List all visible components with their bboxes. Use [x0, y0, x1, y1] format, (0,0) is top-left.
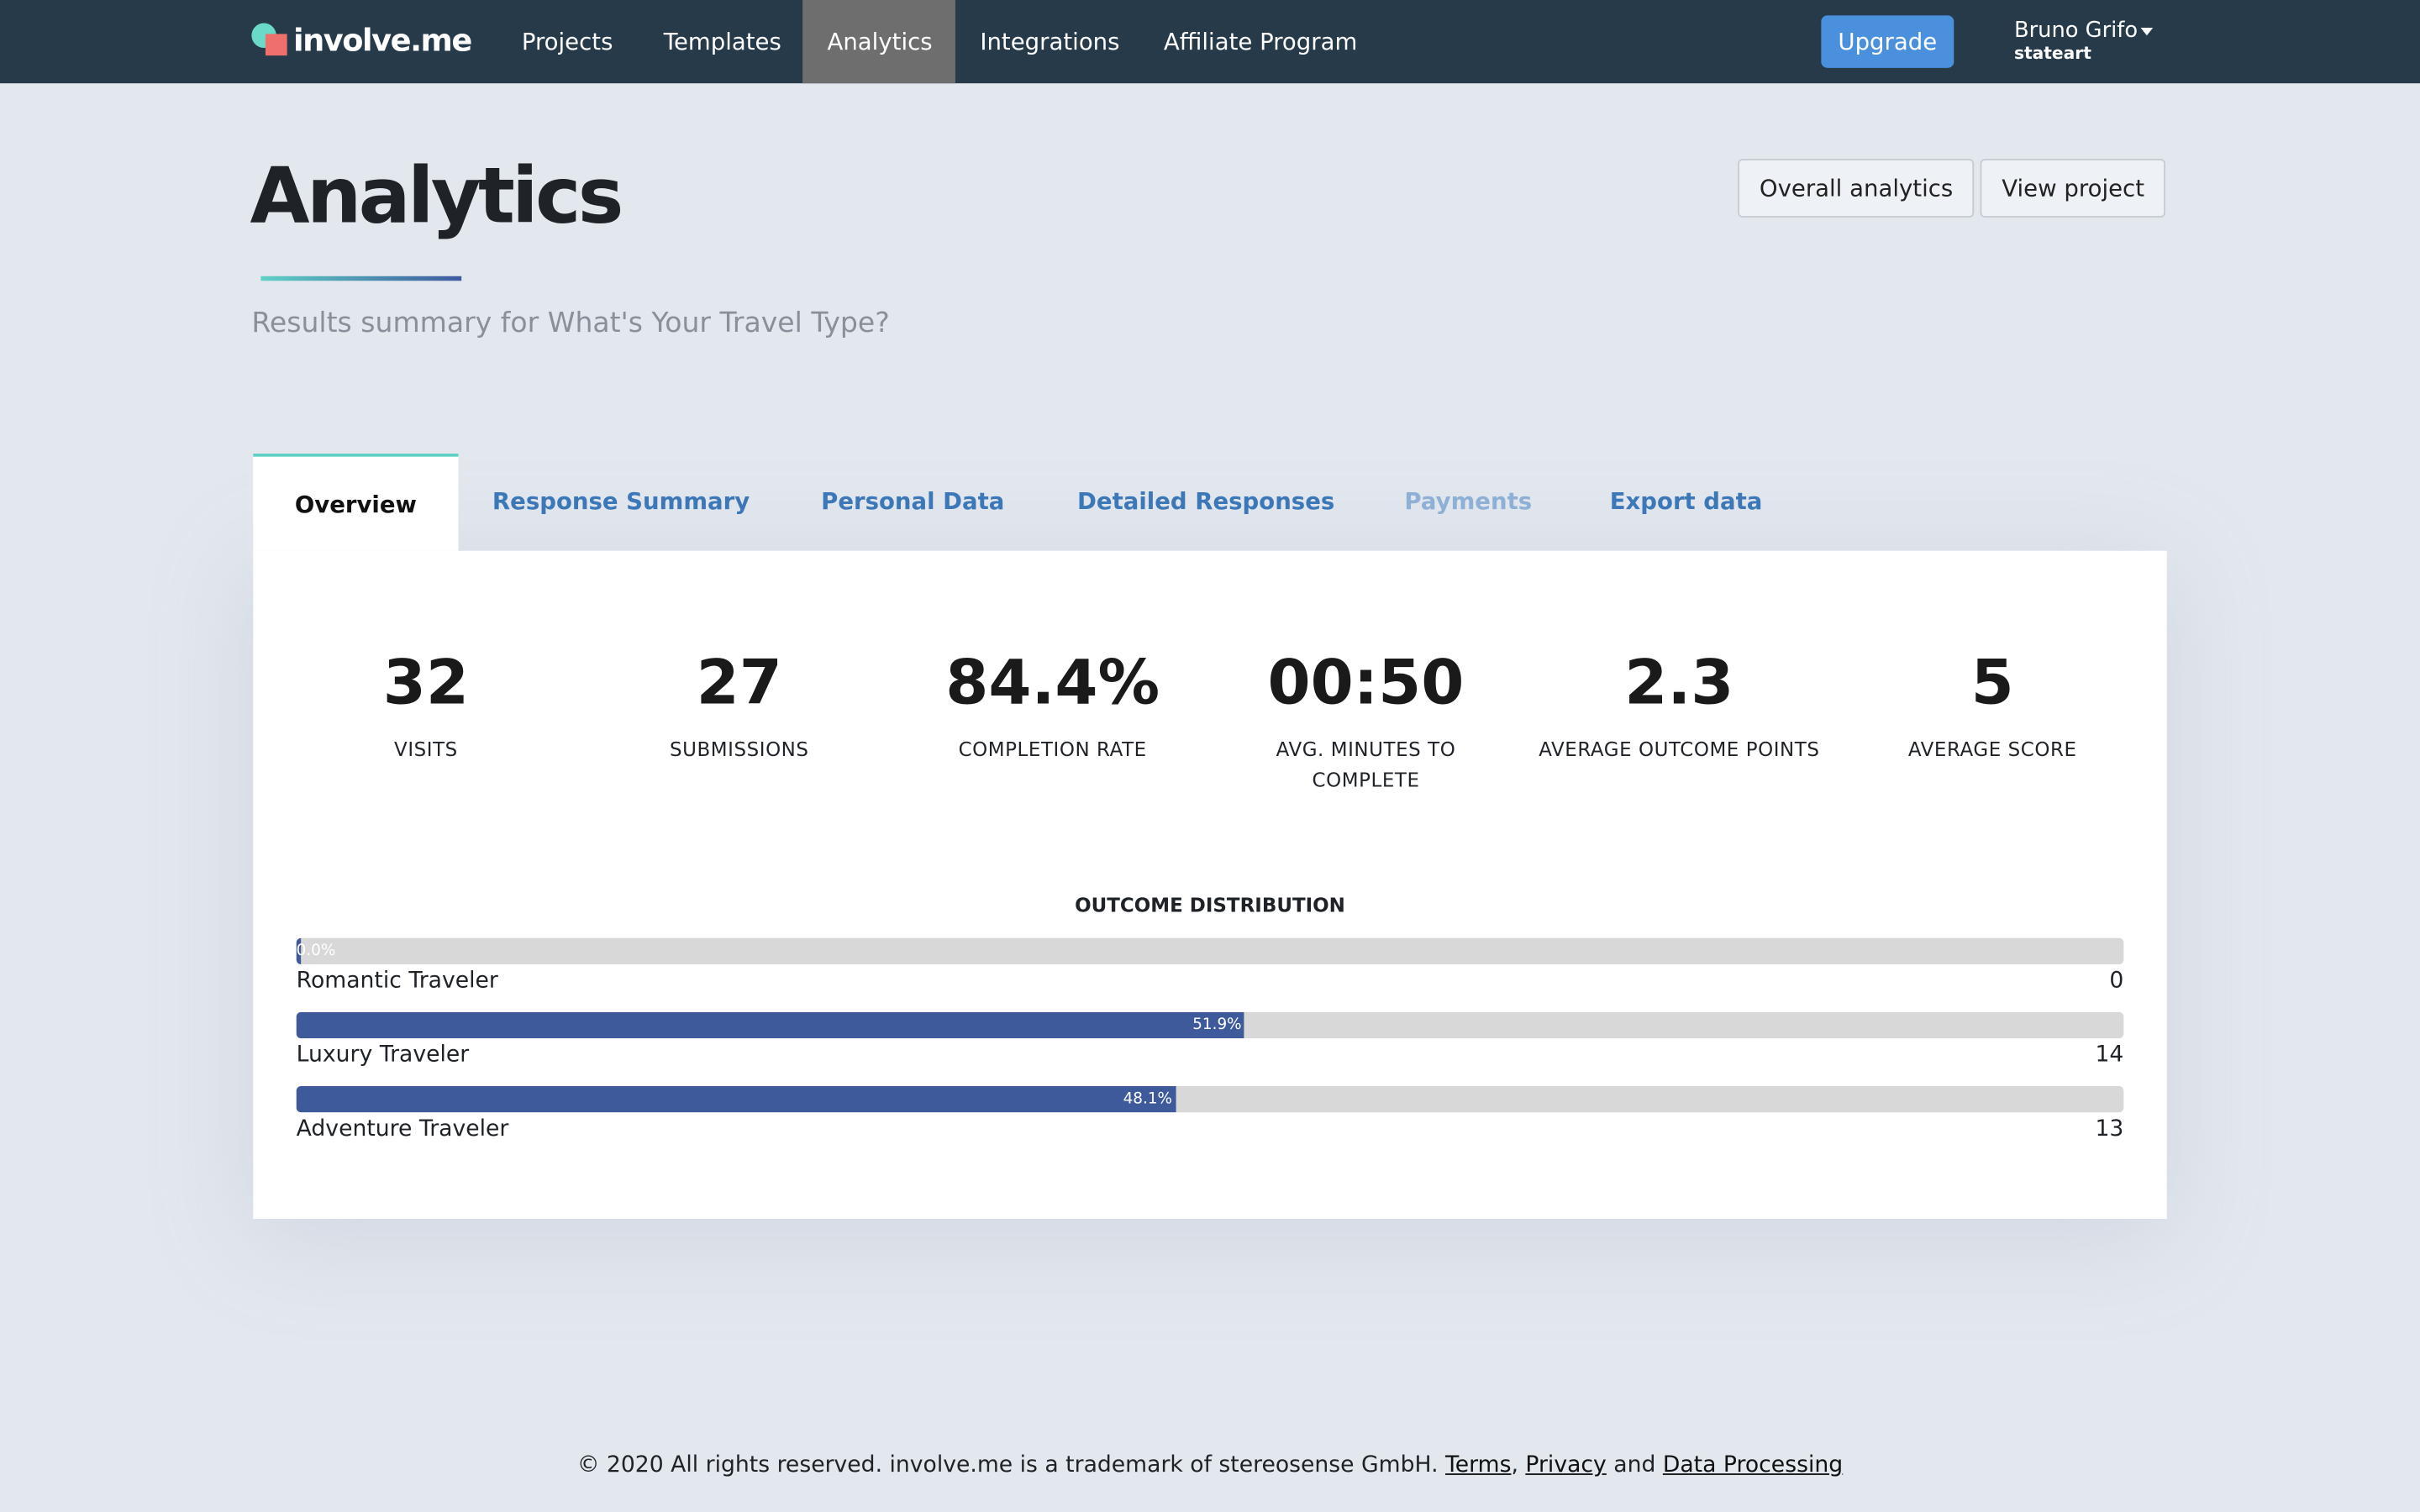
user-menu[interactable]: Bruno Grifo stateart — [2014, 18, 2154, 63]
outcome-name: Luxury Traveler — [296, 1042, 470, 1068]
nav-analytics[interactable]: Analytics — [802, 0, 955, 84]
page-title: Analytics — [250, 151, 624, 241]
tab-detailed-responses[interactable]: Detailed Responses — [1077, 454, 1334, 551]
stat-average-score: 5 AVERAGE SCORE — [1907, 648, 2077, 761]
page-subtitle: Results summary for What's Your Travel T… — [251, 307, 890, 340]
outcome-row: 48.1% Adventure Traveler 13 — [296, 1086, 2124, 1142]
tab-overview[interactable]: Overview — [253, 454, 459, 551]
footer: © 2020 All rights reserved. involve.me i… — [576, 1453, 1844, 1478]
stat-avg-minutes: 00:50 AVG. MINUTES TO COMPLETE — [1267, 648, 1465, 792]
outcome-count: 13 — [2095, 1116, 2124, 1142]
nav-integrations[interactable]: Integrations — [955, 0, 1144, 83]
logo-text: involve.me — [292, 21, 472, 59]
tab-response-summary[interactable]: Response Summary — [492, 454, 750, 551]
stat-visits: 32 VISITS — [382, 648, 470, 761]
outcome-bar-fill: 51.9% — [296, 1011, 1245, 1039]
user-handle: stateart — [2013, 43, 2091, 64]
stat-completion-rate: 84.4% COMPLETION RATE — [945, 648, 1160, 761]
upgrade-button[interactable]: Upgrade — [1821, 15, 1954, 68]
outcome-name: Adventure Traveler — [296, 1116, 509, 1142]
tab-personal-data[interactable]: Personal Data — [821, 454, 1004, 551]
title-underline — [260, 276, 462, 281]
user-name: Bruno Grifo — [2013, 18, 2139, 44]
nav-templates[interactable]: Templates — [639, 0, 806, 83]
outcome-bar-fill: 48.1% — [296, 1086, 1176, 1113]
terms-link[interactable]: Terms — [1445, 1453, 1511, 1478]
privacy-link[interactable]: Privacy — [1525, 1453, 1606, 1478]
nav-projects[interactable]: Projects — [497, 0, 637, 83]
outcome-row: 0.0% Romantic Traveler 0 — [296, 937, 2124, 994]
data-processing-link[interactable]: Data Processing — [1663, 1453, 1843, 1478]
top-nav: involve.me Projects Templates Analytics … — [0, 0, 2420, 84]
logo-square-icon — [265, 34, 287, 56]
view-project-button[interactable]: View project — [1980, 159, 2166, 218]
stat-submissions: 27 SUBMISSIONS — [670, 648, 809, 761]
tab-export-data[interactable]: Export data — [1610, 454, 1763, 551]
outcome-bar: 51.9% — [296, 1011, 2124, 1039]
outcome-row: 51.9% Luxury Traveler 14 — [296, 1011, 2124, 1068]
outcome-count: 0 — [2109, 969, 2124, 994]
outcome-name: Romantic Traveler — [296, 969, 498, 994]
outcome-count: 14 — [2095, 1042, 2124, 1068]
outcome-bar: 48.1% — [296, 1086, 2124, 1113]
stat-average-outcome-points: 2.3 AVERAGE OUTCOME POINTS — [1539, 648, 1820, 761]
outcome-distribution-title: OUTCOME DISTRIBUTION — [1075, 893, 1345, 917]
tab-payments[interactable]: Payments — [1404, 454, 1532, 551]
caret-down-icon — [2140, 27, 2154, 35]
overall-analytics-button[interactable]: Overall analytics — [1738, 159, 1975, 218]
outcome-bar-fill: 0.0% — [296, 937, 335, 964]
outcome-bar: 0.0% — [296, 937, 2124, 964]
nav-affiliate-program[interactable]: Affiliate Program — [1139, 0, 1382, 83]
